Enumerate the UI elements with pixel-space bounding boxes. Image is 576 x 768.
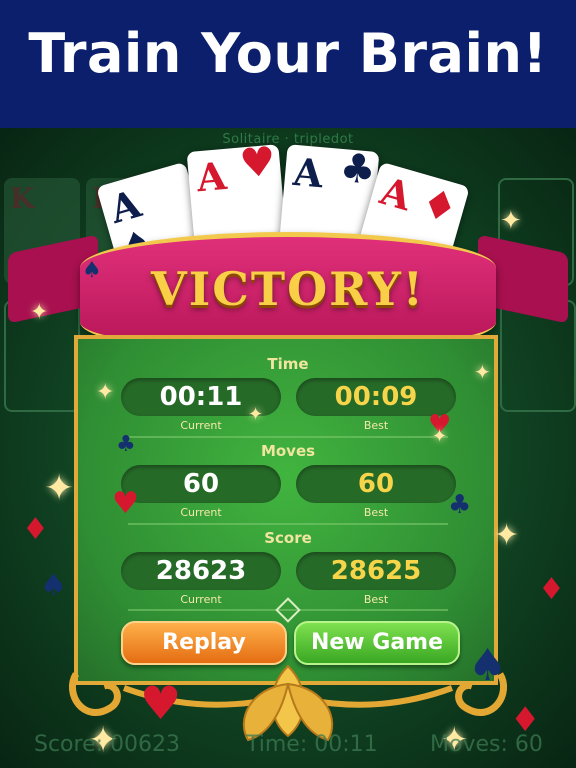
sparkle-icon: ✦ [474, 360, 491, 384]
score-title: Score [264, 529, 312, 547]
footer-score: Score: 00623 [34, 732, 181, 757]
club-confetti-icon: ♣ [448, 490, 472, 520]
sparkle-icon: ✦ [44, 468, 75, 509]
score-current-value: 28623 [121, 552, 281, 590]
score-current-label: Current [180, 593, 222, 606]
moves-best-value: 60 [296, 465, 456, 503]
heart-confetti-icon: ♥ [140, 676, 182, 730]
app-brand: Solitaire · tripledot [222, 132, 354, 147]
diamond-confetti-icon: ♦ [538, 572, 565, 607]
score-best-value: 28625 [296, 552, 456, 590]
spade-confetti-icon: ♠ [468, 640, 508, 691]
promo-title: Train Your Brain! [28, 22, 548, 85]
moves-best-label: Best [363, 506, 389, 519]
section-divider [128, 436, 448, 438]
moves-current-value: 60 [121, 465, 281, 503]
footer-moves: Moves: 60 [430, 732, 543, 757]
footer-time: Time: 00:11 [246, 732, 378, 757]
moves-title: Moves [260, 442, 316, 460]
diamond-confetti-icon: ♦ [22, 512, 49, 547]
victory-title: VICTORY! [151, 262, 425, 316]
spade-confetti-icon: ♠ [82, 258, 102, 283]
sparkle-icon: ✦ [432, 426, 448, 447]
sparkle-icon: ✦ [96, 380, 115, 405]
heart-confetti-icon: ♥ [112, 486, 139, 521]
sparkle-icon: ✦ [248, 404, 264, 425]
sparkle-icon: ✦ [500, 206, 522, 236]
score-best-label: Best [363, 593, 389, 606]
section-divider [128, 523, 448, 525]
sparkle-icon: ✦ [494, 518, 520, 553]
club-confetti-icon: ♣ [116, 432, 136, 457]
sparkle-icon: ✦ [30, 300, 49, 325]
moves-current-label: Current [180, 506, 222, 519]
spade-confetti-icon: ♠ [40, 568, 67, 603]
